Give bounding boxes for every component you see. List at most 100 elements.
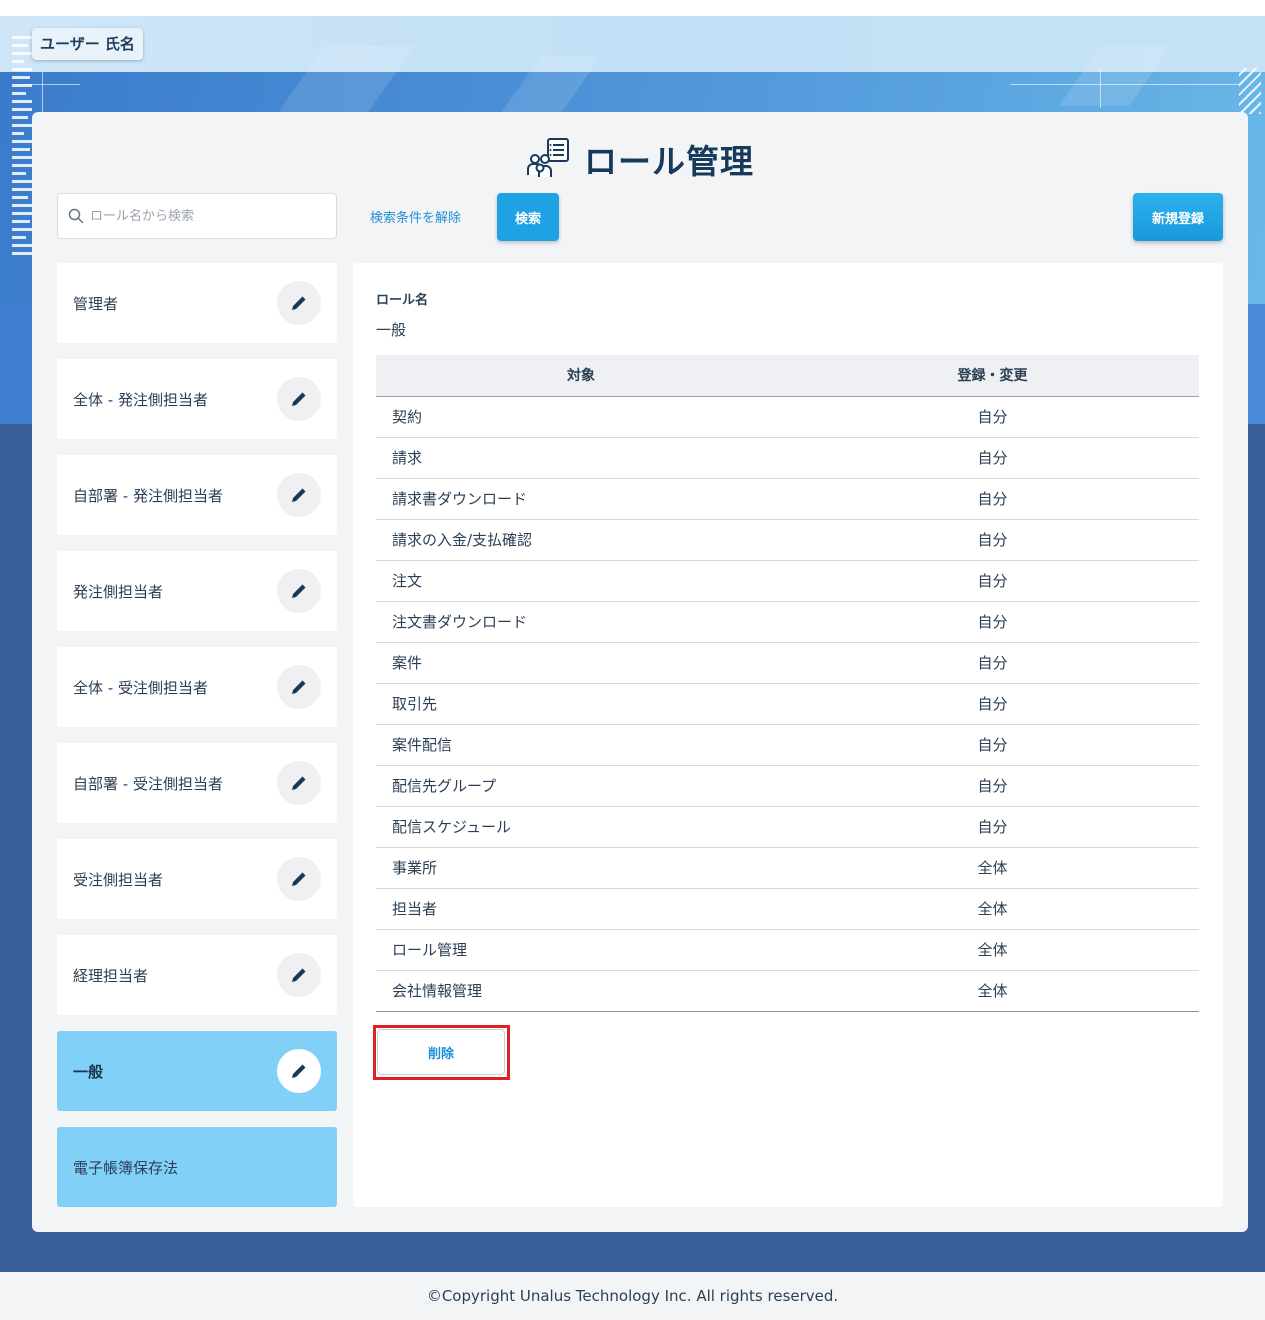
search-input[interactable]	[90, 208, 320, 224]
role-item[interactable]: 全体 - 発注側担当者	[57, 359, 337, 439]
decor-line	[1100, 68, 1101, 108]
target-cell: 案件配信	[376, 724, 786, 766]
pencil-icon	[292, 872, 306, 886]
edit-role-button[interactable]	[277, 281, 321, 325]
role-item[interactable]: 自部署 - 発注側担当者	[57, 455, 337, 535]
table-row: 案件 自分	[376, 642, 1199, 684]
role-detail-panel: ロール名 一般 対象 登録・変更 契約 自分 請求 自分 請求書ダウンロード 自分 請…	[353, 263, 1223, 1207]
edit-role-button[interactable]	[277, 1049, 321, 1093]
table-row: 請求 自分	[376, 437, 1199, 479]
permission-cell: 自分	[786, 724, 1199, 766]
user-name-chip[interactable]: ユーザー 氏名	[32, 28, 143, 60]
edit-role-button[interactable]	[277, 473, 321, 517]
target-cell: 案件	[376, 642, 786, 684]
target-cell: 請求書ダウンロード	[376, 478, 786, 520]
permission-cell: 全体	[786, 847, 1199, 889]
permission-cell: 自分	[786, 560, 1199, 602]
search-button[interactable]: 検索	[497, 193, 559, 241]
edit-role-button[interactable]	[277, 857, 321, 901]
main-card: ロール管理 検索条件を解除 検索 新規登録 管理者 全体 - 発注側担当者 自部…	[32, 112, 1248, 1232]
pencil-icon	[292, 968, 306, 982]
table-row: 配信先グループ 自分	[376, 765, 1199, 807]
target-cell: 請求	[376, 437, 786, 479]
role-item[interactable]: 経理担当者	[57, 935, 337, 1015]
target-cell: 請求の入金/支払確認	[376, 519, 786, 561]
role-item[interactable]: 電子帳簿保存法	[57, 1127, 337, 1207]
permission-cell: 自分	[786, 396, 1199, 438]
role-name-label: ロール名	[376, 293, 429, 308]
pencil-icon	[292, 776, 306, 790]
footer-copyright: ©Copyright Unalus Technology Inc. All ri…	[0, 1272, 1265, 1320]
decor-bars	[12, 36, 32, 260]
target-cell: 取引先	[376, 683, 786, 725]
pencil-icon	[292, 392, 306, 406]
target-cell: ロール管理	[376, 929, 786, 971]
permission-cell: 自分	[786, 765, 1199, 807]
role-item[interactable]: 全体 - 受注側担当者	[57, 647, 337, 727]
search-icon	[68, 208, 84, 224]
role-item-selected[interactable]: 一般	[57, 1031, 337, 1111]
table-row: 事業所 全体	[376, 847, 1199, 889]
target-cell: 契約	[376, 396, 786, 438]
delete-button[interactable]: 削除	[377, 1029, 505, 1075]
permission-table: 対象 登録・変更 契約 自分 請求 自分 請求書ダウンロード 自分 請求の入金/支払確…	[376, 355, 1199, 1012]
edit-role-button[interactable]	[277, 953, 321, 997]
decor-hatch	[1239, 68, 1261, 114]
pencil-icon	[292, 296, 306, 310]
role-item[interactable]: 発注側担当者	[57, 551, 337, 631]
edit-role-button[interactable]	[277, 665, 321, 709]
clear-search-link[interactable]: 検索条件を解除	[370, 207, 461, 226]
table-header-row: 対象 登録・変更	[376, 355, 1199, 397]
role-item[interactable]: 自部署 - 受注側担当者	[57, 743, 337, 823]
table-row: 注文 自分	[376, 560, 1199, 602]
table-row: 請求書ダウンロード 自分	[376, 478, 1199, 520]
target-cell: 配信スケジュール	[376, 806, 786, 848]
permission-cell: 自分	[786, 806, 1199, 848]
edit-role-button[interactable]	[277, 569, 321, 613]
target-cell: 注文	[376, 560, 786, 602]
search-box[interactable]	[57, 193, 337, 239]
role-list: 管理者 全体 - 発注側担当者 自部署 - 発注側担当者 発注側担当者 全体 -…	[57, 263, 337, 1223]
role-item[interactable]: 管理者	[57, 263, 337, 343]
role-item-label: 一般	[73, 1062, 104, 1081]
table-row: 契約 自分	[376, 396, 1199, 438]
new-register-button[interactable]: 新規登録	[1133, 193, 1223, 241]
permission-cell: 自分	[786, 601, 1199, 643]
target-cell: 配信先グループ	[376, 765, 786, 807]
role-item-label: 全体 - 発注側担当者	[73, 390, 208, 409]
role-item-label: 経理担当者	[73, 966, 149, 985]
edit-role-button[interactable]	[277, 761, 321, 805]
target-cell: 会社情報管理	[376, 970, 786, 1012]
permission-cell: 自分	[786, 519, 1199, 561]
permission-cell: 自分	[786, 642, 1199, 684]
pencil-icon	[292, 1064, 306, 1078]
permission-cell: 全体	[786, 970, 1199, 1012]
target-cell: 注文書ダウンロード	[376, 601, 786, 643]
role-item-label: 自部署 - 発注側担当者	[73, 486, 223, 505]
permission-cell: 自分	[786, 683, 1199, 725]
role-item-label: 全体 - 受注側担当者	[73, 678, 208, 697]
role-item-label: 管理者	[73, 294, 119, 313]
table-row: 取引先 自分	[376, 683, 1199, 725]
edit-role-button[interactable]	[277, 377, 321, 421]
pencil-icon	[292, 488, 306, 502]
role-management-icon	[527, 138, 569, 177]
role-item-label: 電子帳簿保存法	[73, 1158, 179, 1177]
role-item-label: 自部署 - 受注側担当者	[73, 774, 223, 793]
table-row: 担当者 全体	[376, 888, 1199, 930]
target-cell: 担当者	[376, 888, 786, 930]
page-title: ロール管理	[584, 142, 754, 181]
decor-line	[42, 72, 43, 112]
decor-line	[1010, 84, 1240, 85]
pencil-icon	[292, 680, 306, 694]
permission-cell: 自分	[786, 478, 1199, 520]
role-item[interactable]: 受注側担当者	[57, 839, 337, 919]
table-row: 注文書ダウンロード 自分	[376, 601, 1199, 643]
role-name-value: 一般	[376, 321, 407, 339]
pencil-icon	[292, 584, 306, 598]
column-header-permission: 登録・変更	[786, 355, 1199, 397]
target-cell: 事業所	[376, 847, 786, 889]
table-row: 配信スケジュール 自分	[376, 806, 1199, 848]
permission-cell: 全体	[786, 888, 1199, 930]
column-header-target: 対象	[376, 355, 786, 397]
